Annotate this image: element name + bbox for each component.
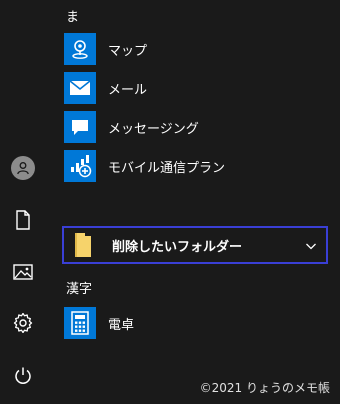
folder-icon [66, 228, 100, 262]
mail-icon [64, 72, 96, 104]
app-item-calculator[interactable]: 電卓 [64, 306, 334, 340]
app-label: 電卓 [108, 317, 135, 333]
start-left-rail [0, 0, 48, 404]
message-icon [64, 111, 96, 143]
app-label: モバイル通信プラン [108, 160, 226, 176]
section-header-kanji[interactable]: 漢字 [66, 278, 92, 297]
folder-label: 削除したいフォルダー [112, 239, 243, 255]
power-icon[interactable] [10, 363, 36, 389]
map-icon [64, 33, 96, 65]
chevron-down-icon[interactable] [304, 238, 318, 252]
app-label: メール [108, 82, 148, 98]
folder-item[interactable]: 削除したいフォルダー [62, 226, 328, 264]
section-header-ma[interactable]: ま [66, 6, 79, 25]
app-item-mail[interactable]: メール [64, 71, 334, 105]
app-label: メッセージング [108, 121, 199, 137]
calculator-icon [64, 307, 96, 339]
copyright-text: ©2021 りょうのメモ帳 [199, 381, 330, 395]
start-app-list: ま マップ メール メッセージング モバイル通信プラン 削除したいフォルダー 漢… [48, 0, 340, 404]
cellular-plan-icon [64, 150, 96, 182]
pictures-icon[interactable] [10, 259, 36, 285]
app-label: マップ [108, 43, 148, 59]
settings-icon[interactable] [10, 310, 36, 336]
app-item-maps[interactable]: マップ [64, 32, 334, 66]
document-icon[interactable] [10, 207, 36, 233]
app-item-mobile-plan[interactable]: モバイル通信プラン [64, 149, 334, 183]
app-item-messaging[interactable]: メッセージング [64, 110, 334, 144]
user-avatar-icon[interactable] [10, 155, 36, 181]
